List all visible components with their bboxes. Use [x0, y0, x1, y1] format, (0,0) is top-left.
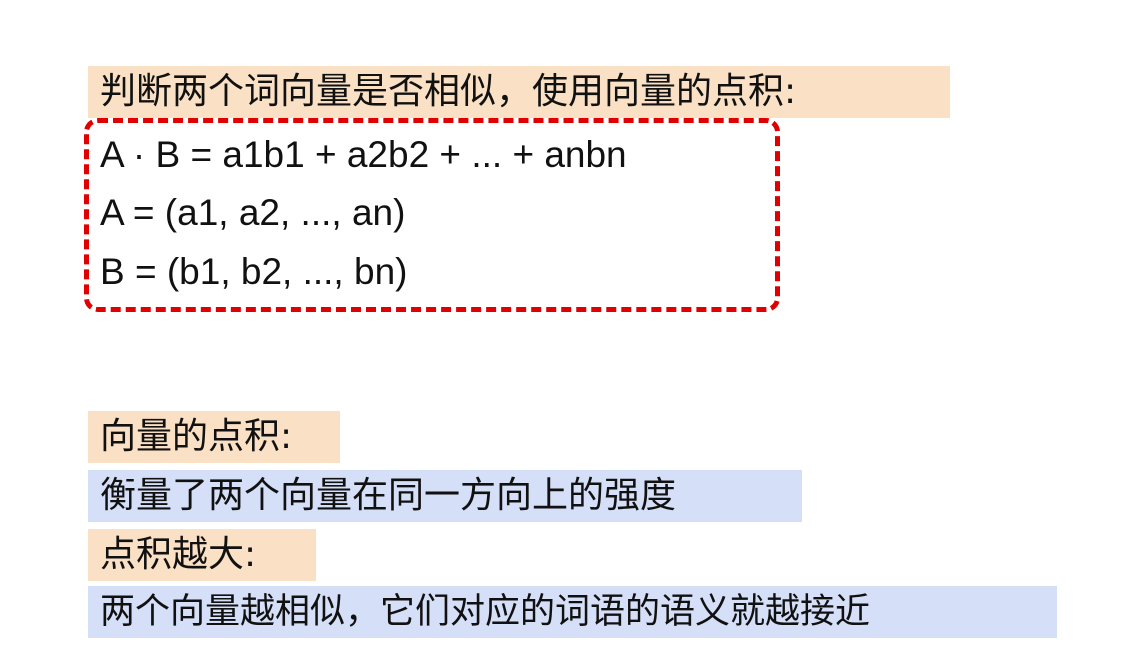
dot-product-heading-text: 向量的点积:	[100, 416, 293, 457]
dot-product-description-text: 衡量了两个向量在同一方向上的强度	[100, 475, 677, 516]
dot-product-description: 衡量了两个向量在同一方向上的强度	[88, 470, 802, 522]
dot-product-formula: A · B = a1b1 + a2b2 + ... + anbn	[100, 134, 627, 175]
similarity-description: 两个向量越相似，它们对应的词语的语义就越接近	[88, 586, 1057, 638]
similarity-description-text: 两个向量越相似，它们对应的词语的语义就越接近	[100, 591, 871, 632]
dot-product-intro-heading: 判断两个词向量是否相似，使用向量的点积:	[88, 66, 950, 118]
vector-b-definition: B = (b1, b2, ..., bn)	[100, 251, 408, 292]
larger-dot-product-heading-text: 点积越大:	[100, 534, 257, 575]
dot-product-intro-text: 判断两个词向量是否相似，使用向量的点积:	[100, 71, 797, 112]
vector-a-definition: A = (a1, a2, ..., an)	[100, 192, 406, 233]
larger-dot-product-heading: 点积越大:	[88, 529, 316, 581]
dot-product-heading: 向量的点积:	[88, 411, 340, 463]
